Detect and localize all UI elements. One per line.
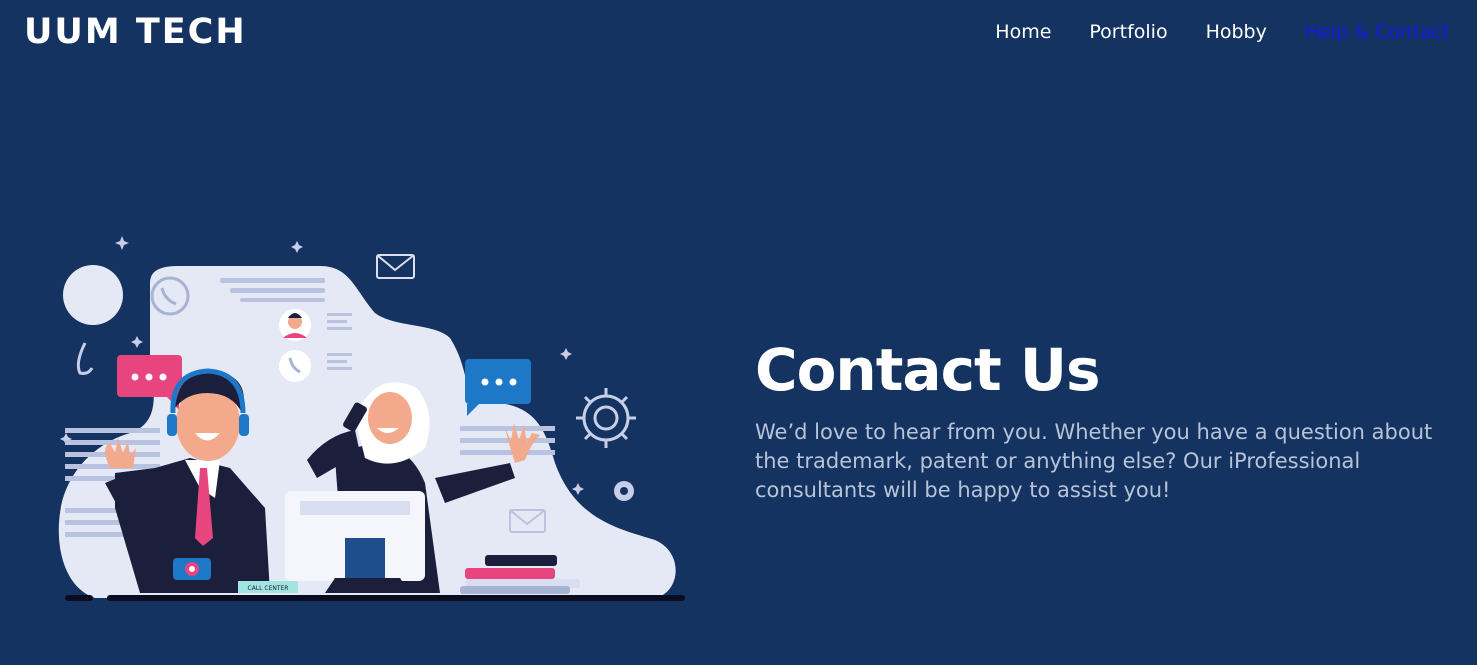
page-title: Contact Us bbox=[755, 336, 1101, 404]
contact-description: We’d love to hear from you. Whether you … bbox=[755, 420, 1433, 502]
phone-outline-icon bbox=[76, 342, 94, 375]
nav-portfolio[interactable]: Portfolio bbox=[1089, 20, 1167, 44]
small-gear-icon bbox=[614, 481, 634, 501]
nav-help-contact[interactable]: Help & Contact bbox=[1305, 20, 1449, 44]
decor-circle bbox=[63, 265, 123, 325]
gear-icon bbox=[576, 388, 636, 448]
page: UUM TECH Home Portfolio Hobby Help & Con… bbox=[0, 0, 1477, 665]
call-center-illustration: CALL CENTER bbox=[55, 228, 695, 613]
desk-edge-left bbox=[65, 595, 93, 601]
main-nav: Home Portfolio Hobby Help & Contact bbox=[957, 20, 1449, 44]
contact-hero-section: Contact Us We’d love to hear from you. W… bbox=[755, 336, 1455, 505]
desk-edge bbox=[107, 595, 685, 601]
envelope-icon bbox=[376, 254, 415, 279]
call-center-label: CALL CENTER bbox=[248, 585, 289, 592]
site-header: UUM TECH Home Portfolio Hobby Help & Con… bbox=[0, 0, 1477, 66]
envelope-small-icon bbox=[509, 509, 546, 533]
nav-home[interactable]: Home bbox=[995, 20, 1051, 44]
computer-monitor-figure bbox=[285, 491, 425, 593]
nav-hobby[interactable]: Hobby bbox=[1206, 20, 1267, 44]
desk-phone-figure bbox=[160, 546, 225, 588]
brand-logo[interactable]: UUM TECH bbox=[24, 12, 247, 52]
